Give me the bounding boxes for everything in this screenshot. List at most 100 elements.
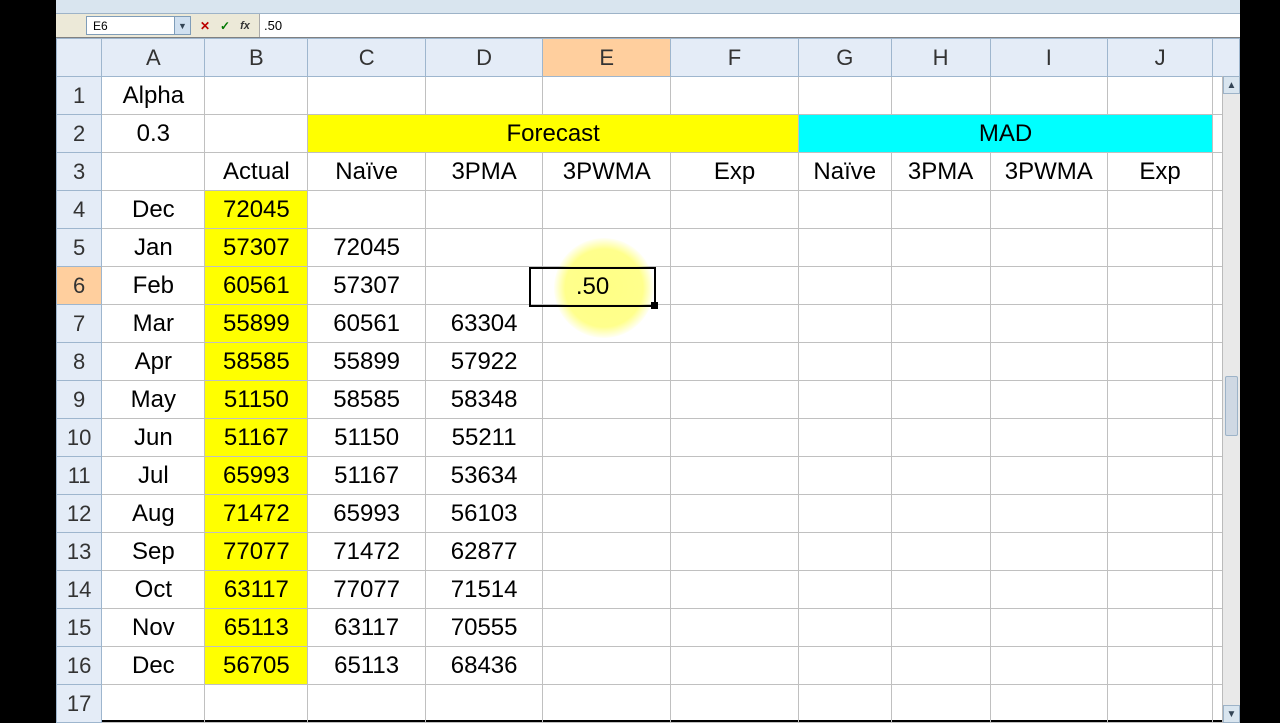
cell-A14[interactable]: Oct [102, 571, 205, 609]
cell-F6[interactable] [671, 267, 799, 305]
cell-C11[interactable]: 51167 [308, 457, 425, 495]
cell-D4[interactable] [425, 191, 542, 229]
cell-J12[interactable] [1108, 495, 1213, 533]
cell-D9[interactable]: 58348 [425, 381, 542, 419]
cell-I9[interactable] [990, 381, 1107, 419]
cell-I1[interactable] [990, 77, 1107, 115]
merged-mad-header[interactable]: MAD [798, 115, 1212, 153]
cell-G5[interactable] [798, 229, 891, 267]
cell-J16[interactable] [1108, 647, 1213, 685]
cell-I8[interactable] [990, 343, 1107, 381]
cell-A5[interactable]: Jan [102, 229, 205, 267]
cell-F1[interactable] [671, 77, 799, 115]
cell-G10[interactable] [798, 419, 891, 457]
cell-J3[interactable]: Exp [1108, 153, 1213, 191]
cell-B13[interactable]: 77077 [205, 533, 308, 571]
cell-B3[interactable]: Actual [205, 153, 308, 191]
vertical-scrollbar[interactable]: ▲ ▼ [1222, 76, 1240, 723]
cell-I14[interactable] [990, 571, 1107, 609]
scroll-down-icon[interactable]: ▼ [1223, 705, 1240, 723]
cell-J8[interactable] [1108, 343, 1213, 381]
cell-G8[interactable] [798, 343, 891, 381]
cell-B7[interactable]: 55899 [205, 305, 308, 343]
cell-J10[interactable] [1108, 419, 1213, 457]
cell-F17[interactable] [671, 685, 799, 723]
row-header-11[interactable]: 11 [57, 457, 102, 495]
scroll-thumb[interactable] [1225, 376, 1238, 436]
cell-D11[interactable]: 53634 [425, 457, 542, 495]
cell-D7[interactable]: 63304 [425, 305, 542, 343]
cell-H4[interactable] [891, 191, 990, 229]
cell-H5[interactable] [891, 229, 990, 267]
cell-B2[interactable] [205, 115, 308, 153]
col-header-F[interactable]: F [671, 39, 799, 77]
cell-I10[interactable] [990, 419, 1107, 457]
cell-H15[interactable] [891, 609, 990, 647]
cell-G1[interactable] [798, 77, 891, 115]
cell-C14[interactable]: 77077 [308, 571, 425, 609]
cell-D16[interactable]: 68436 [425, 647, 542, 685]
cell-J1[interactable] [1108, 77, 1213, 115]
cell-I3[interactable]: 3PWMA [990, 153, 1107, 191]
cell-D3[interactable]: 3PMA [425, 153, 542, 191]
cell-E7[interactable] [543, 305, 671, 343]
cell-E16[interactable] [543, 647, 671, 685]
row-header-16[interactable]: 16 [57, 647, 102, 685]
cell-A15[interactable]: Nov [102, 609, 205, 647]
cell-D17[interactable] [425, 685, 542, 723]
cell-B6[interactable]: 60561 [205, 267, 308, 305]
cell-I15[interactable] [990, 609, 1107, 647]
cell-F14[interactable] [671, 571, 799, 609]
cell-I17[interactable] [990, 685, 1107, 723]
row-header-1[interactable]: 1 [57, 77, 102, 115]
col-header-I[interactable]: I [990, 39, 1107, 77]
cell-E9[interactable] [543, 381, 671, 419]
cell-H7[interactable] [891, 305, 990, 343]
cell-B11[interactable]: 65993 [205, 457, 308, 495]
cell-G3[interactable]: Naïve [798, 153, 891, 191]
cell-H1[interactable] [891, 77, 990, 115]
cell-E3[interactable]: 3PWMA [543, 153, 671, 191]
cell-C15[interactable]: 63117 [308, 609, 425, 647]
cell-J4[interactable] [1108, 191, 1213, 229]
cell-H10[interactable] [891, 419, 990, 457]
row-header-2[interactable]: 2 [57, 115, 102, 153]
cell-F10[interactable] [671, 419, 799, 457]
cell-G6[interactable] [798, 267, 891, 305]
cell-E1[interactable] [543, 77, 671, 115]
cell-F12[interactable] [671, 495, 799, 533]
cell-J9[interactable] [1108, 381, 1213, 419]
cell-E12[interactable] [543, 495, 671, 533]
cell-J6[interactable] [1108, 267, 1213, 305]
cell-A4[interactable]: Dec [102, 191, 205, 229]
row-header-3[interactable]: 3 [57, 153, 102, 191]
cell-D13[interactable]: 62877 [425, 533, 542, 571]
cell-C3[interactable]: Naïve [308, 153, 425, 191]
cell-E17[interactable] [543, 685, 671, 723]
cell-D15[interactable]: 70555 [425, 609, 542, 647]
cell-I7[interactable] [990, 305, 1107, 343]
cell-C10[interactable]: 51150 [308, 419, 425, 457]
row-header-14[interactable]: 14 [57, 571, 102, 609]
cell-C4[interactable] [308, 191, 425, 229]
cell-A12[interactable]: Aug [102, 495, 205, 533]
cell-G16[interactable] [798, 647, 891, 685]
cell-A10[interactable]: Jun [102, 419, 205, 457]
col-header-A[interactable]: A [102, 39, 205, 77]
cell-D10[interactable]: 55211 [425, 419, 542, 457]
cell-E14[interactable] [543, 571, 671, 609]
cell-C16[interactable]: 65113 [308, 647, 425, 685]
cell-A6[interactable]: Feb [102, 267, 205, 305]
cell-D8[interactable]: 57922 [425, 343, 542, 381]
cell-J5[interactable] [1108, 229, 1213, 267]
row-header-8[interactable]: 8 [57, 343, 102, 381]
cell-C5[interactable]: 72045 [308, 229, 425, 267]
cell-B1[interactable] [205, 77, 308, 115]
cell-A13[interactable]: Sep [102, 533, 205, 571]
cell-G13[interactable] [798, 533, 891, 571]
cell-A2[interactable]: 0.3 [102, 115, 205, 153]
active-cell-edit-value[interactable]: .50 [531, 269, 654, 305]
cell-H17[interactable] [891, 685, 990, 723]
cell-E13[interactable] [543, 533, 671, 571]
cell-H12[interactable] [891, 495, 990, 533]
